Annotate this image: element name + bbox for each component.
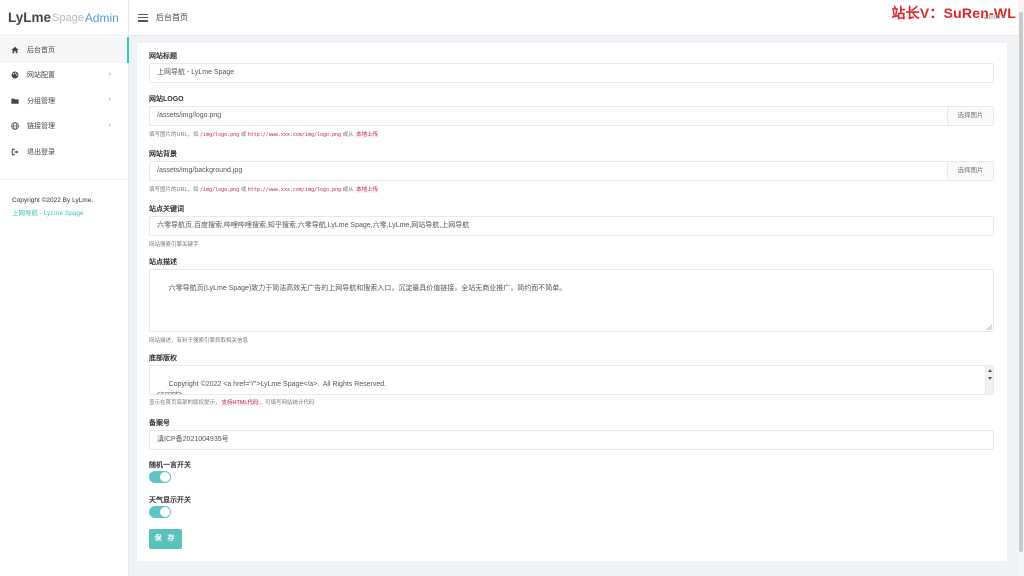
help-code: /img/logo.png [200, 132, 240, 138]
select-bg-image-button[interactable]: 选择图片 [947, 162, 993, 180]
menu-toggle-icon[interactable] [138, 13, 148, 22]
help-text: 填写图片的URL，如 [149, 132, 201, 138]
site-title-group: 网站标题 上网导航 - LyLme Spage [149, 51, 994, 83]
sidebar-item-label: 网站配置 [27, 72, 55, 80]
resize-handle-icon[interactable] [986, 324, 992, 330]
sidebar-item-label: 后台首页 [27, 46, 55, 54]
icp-input[interactable]: 滇ICP备2021004935号 [149, 430, 994, 450]
help-text: 显示在首页底部的版权提示， [149, 400, 221, 406]
globe-icon [11, 122, 19, 131]
user-menu[interactable]: admin [984, 15, 1006, 21]
description-group: 站点描述 六零导航页(LyLme Spage)致力于简洁高效无广告的上网导航和搜… [149, 257, 994, 344]
footer-help: 显示在首页底部的版权提示，支持HTML代码，可填写网站统计代码 [149, 398, 315, 406]
upload-local-bg-link[interactable]: 本地上传 [355, 187, 380, 193]
keywords-label: 站点关键词 [149, 206, 184, 213]
site-logo-label: 网站LOGO [149, 96, 184, 103]
chevron-right-icon: › [108, 121, 111, 129]
footer-textarea-scrollbar[interactable] [985, 366, 993, 394]
logout-icon [11, 148, 19, 155]
weather-toggle-label: 天气显示开关 [149, 497, 191, 504]
site-bg-value: /assets/img/background.jpg [157, 167, 243, 174]
copyright-text: Copyright ©2022 By LyLme. [12, 196, 94, 204]
help-text: 填写图片的URL，如 [149, 187, 201, 193]
sidebar-nav: 后台首页 网站配置 › 分组管理 › 链接管理 › 退出登录 [0, 36, 129, 165]
page-title: 后台首页 [156, 13, 188, 22]
description-textarea[interactable]: 六零导航页(LyLme Spage)致力于简洁高效无广告的上网导航和搜索入口，沉… [149, 269, 994, 332]
help-text: 或 [239, 132, 248, 138]
site-title-label: 网站标题 [149, 53, 177, 60]
yiyan-toggle-label: 随机一言开关 [149, 462, 191, 469]
folder-icon [11, 98, 19, 104]
sidebar-item-home[interactable]: 后台首页 [0, 37, 129, 63]
toggle-knob [160, 507, 170, 517]
icp-label: 备案号 [149, 420, 170, 427]
site-bg-input[interactable]: /assets/img/background.jpg 选择图片 [149, 161, 994, 181]
sidebar-item-label: 链接管理 [27, 123, 55, 131]
keywords-group: 站点关键词 六零导航页,百度搜索,哔哩哔哩搜索,知乎搜索,六零导航,LyLme … [149, 204, 994, 248]
scrollbar-thumb[interactable] [1019, 12, 1023, 552]
window-scrollbar[interactable] [1018, 0, 1024, 576]
upload-local-logo-link[interactable]: 本地上传 [355, 132, 380, 138]
select-logo-image-button[interactable]: 选择图片 [947, 107, 993, 125]
keywords-help: 网站搜索引擎关键字 [149, 242, 199, 248]
scroll-up-icon[interactable] [987, 369, 992, 372]
yiyan-toggle-switch[interactable] [149, 471, 171, 483]
sidebar-item-group-manage[interactable]: 分组管理 › [0, 88, 128, 114]
footer-group: 底部版权 Copyright ©2022 <a href="/">LyLme S… [149, 353, 994, 406]
site-home-link[interactable]: 上网导航 - LyLme Spage [12, 207, 116, 220]
sidebar-item-site-config[interactable]: 网站配置 › [0, 63, 128, 89]
site-bg-label: 网站背景 [149, 151, 177, 158]
app-logo[interactable]: LyLme Spage Admin [0, 0, 128, 36]
save-button[interactable]: 保 存 [149, 529, 182, 549]
sidebar-footer: Copyright ©2022 By LyLme. 上网导航 - LyLme S… [0, 178, 128, 234]
help-code: http://www.xxx.com/img/logo.png [247, 187, 342, 193]
logo-part-3: Admin [84, 10, 119, 25]
keywords-input[interactable]: 六零导航页,百度搜索,哔哩哔哩搜索,知乎搜索,六零导航,LyLme Spage,… [149, 216, 994, 236]
logo-part-1: LyLme [8, 10, 52, 25]
help-code: /img/logo.png [200, 187, 240, 193]
site-logo-value: /assets/img/logo.png [157, 112, 222, 119]
chevron-right-icon: › [108, 70, 111, 78]
help-text: ，可填写网站统计代码 [259, 400, 315, 406]
site-title-input[interactable]: 上网导航 - LyLme Spage [149, 63, 994, 83]
footer-value: Copyright ©2022 <a href="/">LyLme Spage<… [157, 381, 387, 395]
toggle-knob [160, 472, 170, 482]
icp-group: 备案号 滇ICP备2021004935号 [149, 418, 994, 450]
help-code: http://www.xxx.com/img/logo.png [247, 132, 342, 138]
yiyan-toggle-group: 随机一言开关 [149, 460, 994, 483]
description-help: 网站描述，有利于搜索引擎抓取相关信息 [149, 338, 249, 344]
sidebar-item-label: 退出登录 [27, 148, 55, 156]
chevron-right-icon: › [108, 96, 111, 103]
help-text: 或 [239, 187, 248, 193]
home-icon [11, 46, 19, 53]
weather-toggle-group: 天气显示开关 [149, 495, 994, 518]
scroll-down-icon[interactable] [987, 377, 992, 380]
site-logo-input[interactable]: /assets/img/logo.png 选择图片 [149, 106, 994, 126]
settings-card: 网站标题 上网导航 - LyLme Spage 网站LOGO /assets/i… [137, 43, 1007, 561]
site-bg-help: 填写图片的URL，如 /img/logo.png 或 http://www.xx… [149, 185, 380, 193]
help-text: 或从 [341, 187, 356, 193]
help-text: 或从 [341, 132, 356, 138]
sidebar-item-logout[interactable]: 退出登录 [0, 139, 128, 165]
html-support-tag: 支持HTML代码 [220, 400, 260, 406]
palette-icon [11, 71, 19, 79]
description-label: 站点描述 [149, 259, 177, 266]
logo-part-2: Spage [52, 11, 84, 24]
site-bg-group: 网站背景 /assets/img/background.jpg 选择图片 填写图… [149, 149, 994, 193]
sidebar: LyLme Spage Admin 后台首页 网站配置 › 分组管理 › 链接管… [0, 0, 129, 576]
sidebar-item-label: 分组管理 [27, 97, 55, 105]
description-value: 六零导航页(LyLme Spage)致力于简洁高效无广告的上网导航和搜索入口，沉… [168, 285, 567, 292]
site-logo-help: 填写图片的URL，如 /img/logo.png 或 http://www.xx… [149, 130, 380, 138]
footer-textarea[interactable]: Copyright ©2022 <a href="/">LyLme Spage<… [149, 365, 994, 395]
footer-label: 底部版权 [149, 355, 177, 362]
site-logo-group: 网站LOGO /assets/img/logo.png 选择图片 填写图片的UR… [149, 94, 994, 138]
weather-toggle-switch[interactable] [149, 506, 171, 518]
sidebar-item-link-manage[interactable]: 链接管理 › [0, 114, 128, 140]
top-header: 后台首页 站长V：SuRen-WL admin [129, 0, 1024, 36]
